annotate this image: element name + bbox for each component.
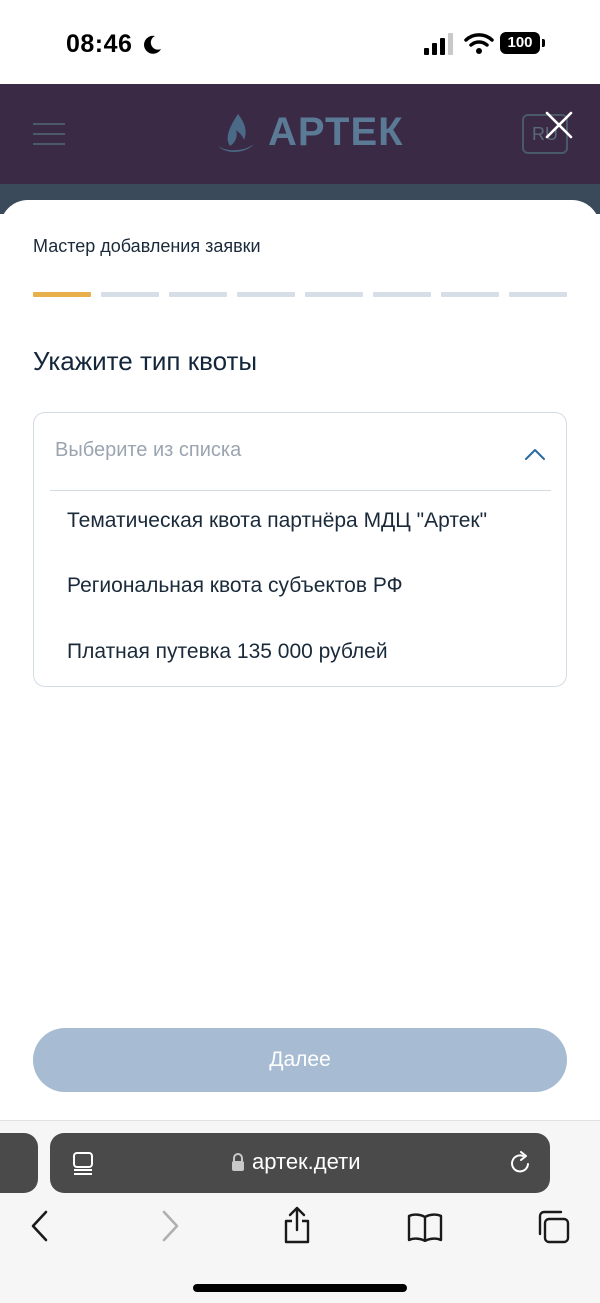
menu-icon — [33, 123, 65, 145]
close-icon[interactable] — [544, 110, 574, 140]
option-thematic-quota[interactable]: Тематическая квота партнёра МДЦ "Артек" — [67, 509, 487, 533]
battery-tip — [542, 39, 545, 47]
artek-flame-logo-icon — [218, 114, 254, 152]
status-bar: 08:46 100 — [0, 0, 600, 84]
progress-step — [509, 292, 567, 297]
reload-icon[interactable] — [510, 1151, 532, 1175]
battery-indicator: 100 — [500, 32, 546, 54]
option-paid-voucher[interactable]: Платная путевка 135 000 рублей — [67, 640, 388, 664]
wizard-title: Мастер добавления заявки — [33, 236, 261, 256]
tabs-icon[interactable] — [536, 1210, 570, 1244]
share-icon[interactable] — [282, 1206, 312, 1244]
progress-step — [441, 292, 499, 297]
lock-icon — [232, 1153, 244, 1171]
chevron-up-icon[interactable] — [523, 447, 547, 461]
progress-step — [33, 292, 91, 297]
wifi-icon — [464, 33, 494, 54]
wizard-progress — [33, 292, 567, 297]
progress-step — [237, 292, 295, 297]
option-regional-quota[interactable]: Региональная квота субъектов РФ — [67, 574, 403, 598]
address-bar[interactable]: артек.дети — [50, 1133, 550, 1193]
forward-icon[interactable] — [160, 1210, 180, 1242]
progress-step — [169, 292, 227, 297]
application-wizard-modal: Мастер добавления заявки Укажите тип кво… — [0, 200, 600, 1120]
progress-step — [101, 292, 159, 297]
moon-icon — [144, 35, 161, 54]
battery-level: 100 — [500, 32, 540, 54]
previous-tab-preview[interactable] — [0, 1133, 38, 1193]
signal-icon — [424, 33, 453, 55]
question-heading: Укажите тип квоты — [33, 346, 258, 376]
quota-type-select[interactable]: Выберите из списка Тематическая квота па… — [33, 412, 567, 687]
reader-mode-icon[interactable] — [72, 1151, 94, 1175]
progress-step — [305, 292, 363, 297]
select-placeholder[interactable]: Выберите из списка — [55, 439, 241, 462]
select-divider — [50, 490, 551, 491]
next-button[interactable]: Далее — [33, 1028, 567, 1092]
site-logo-text: АРТЕК — [268, 110, 404, 154]
progress-step — [373, 292, 431, 297]
home-indicator — [193, 1284, 407, 1292]
back-icon[interactable] — [30, 1210, 50, 1242]
url-text[interactable]: артек.дети — [252, 1149, 361, 1175]
bookmarks-icon[interactable] — [407, 1212, 443, 1242]
status-time: 08:46 — [66, 30, 133, 58]
